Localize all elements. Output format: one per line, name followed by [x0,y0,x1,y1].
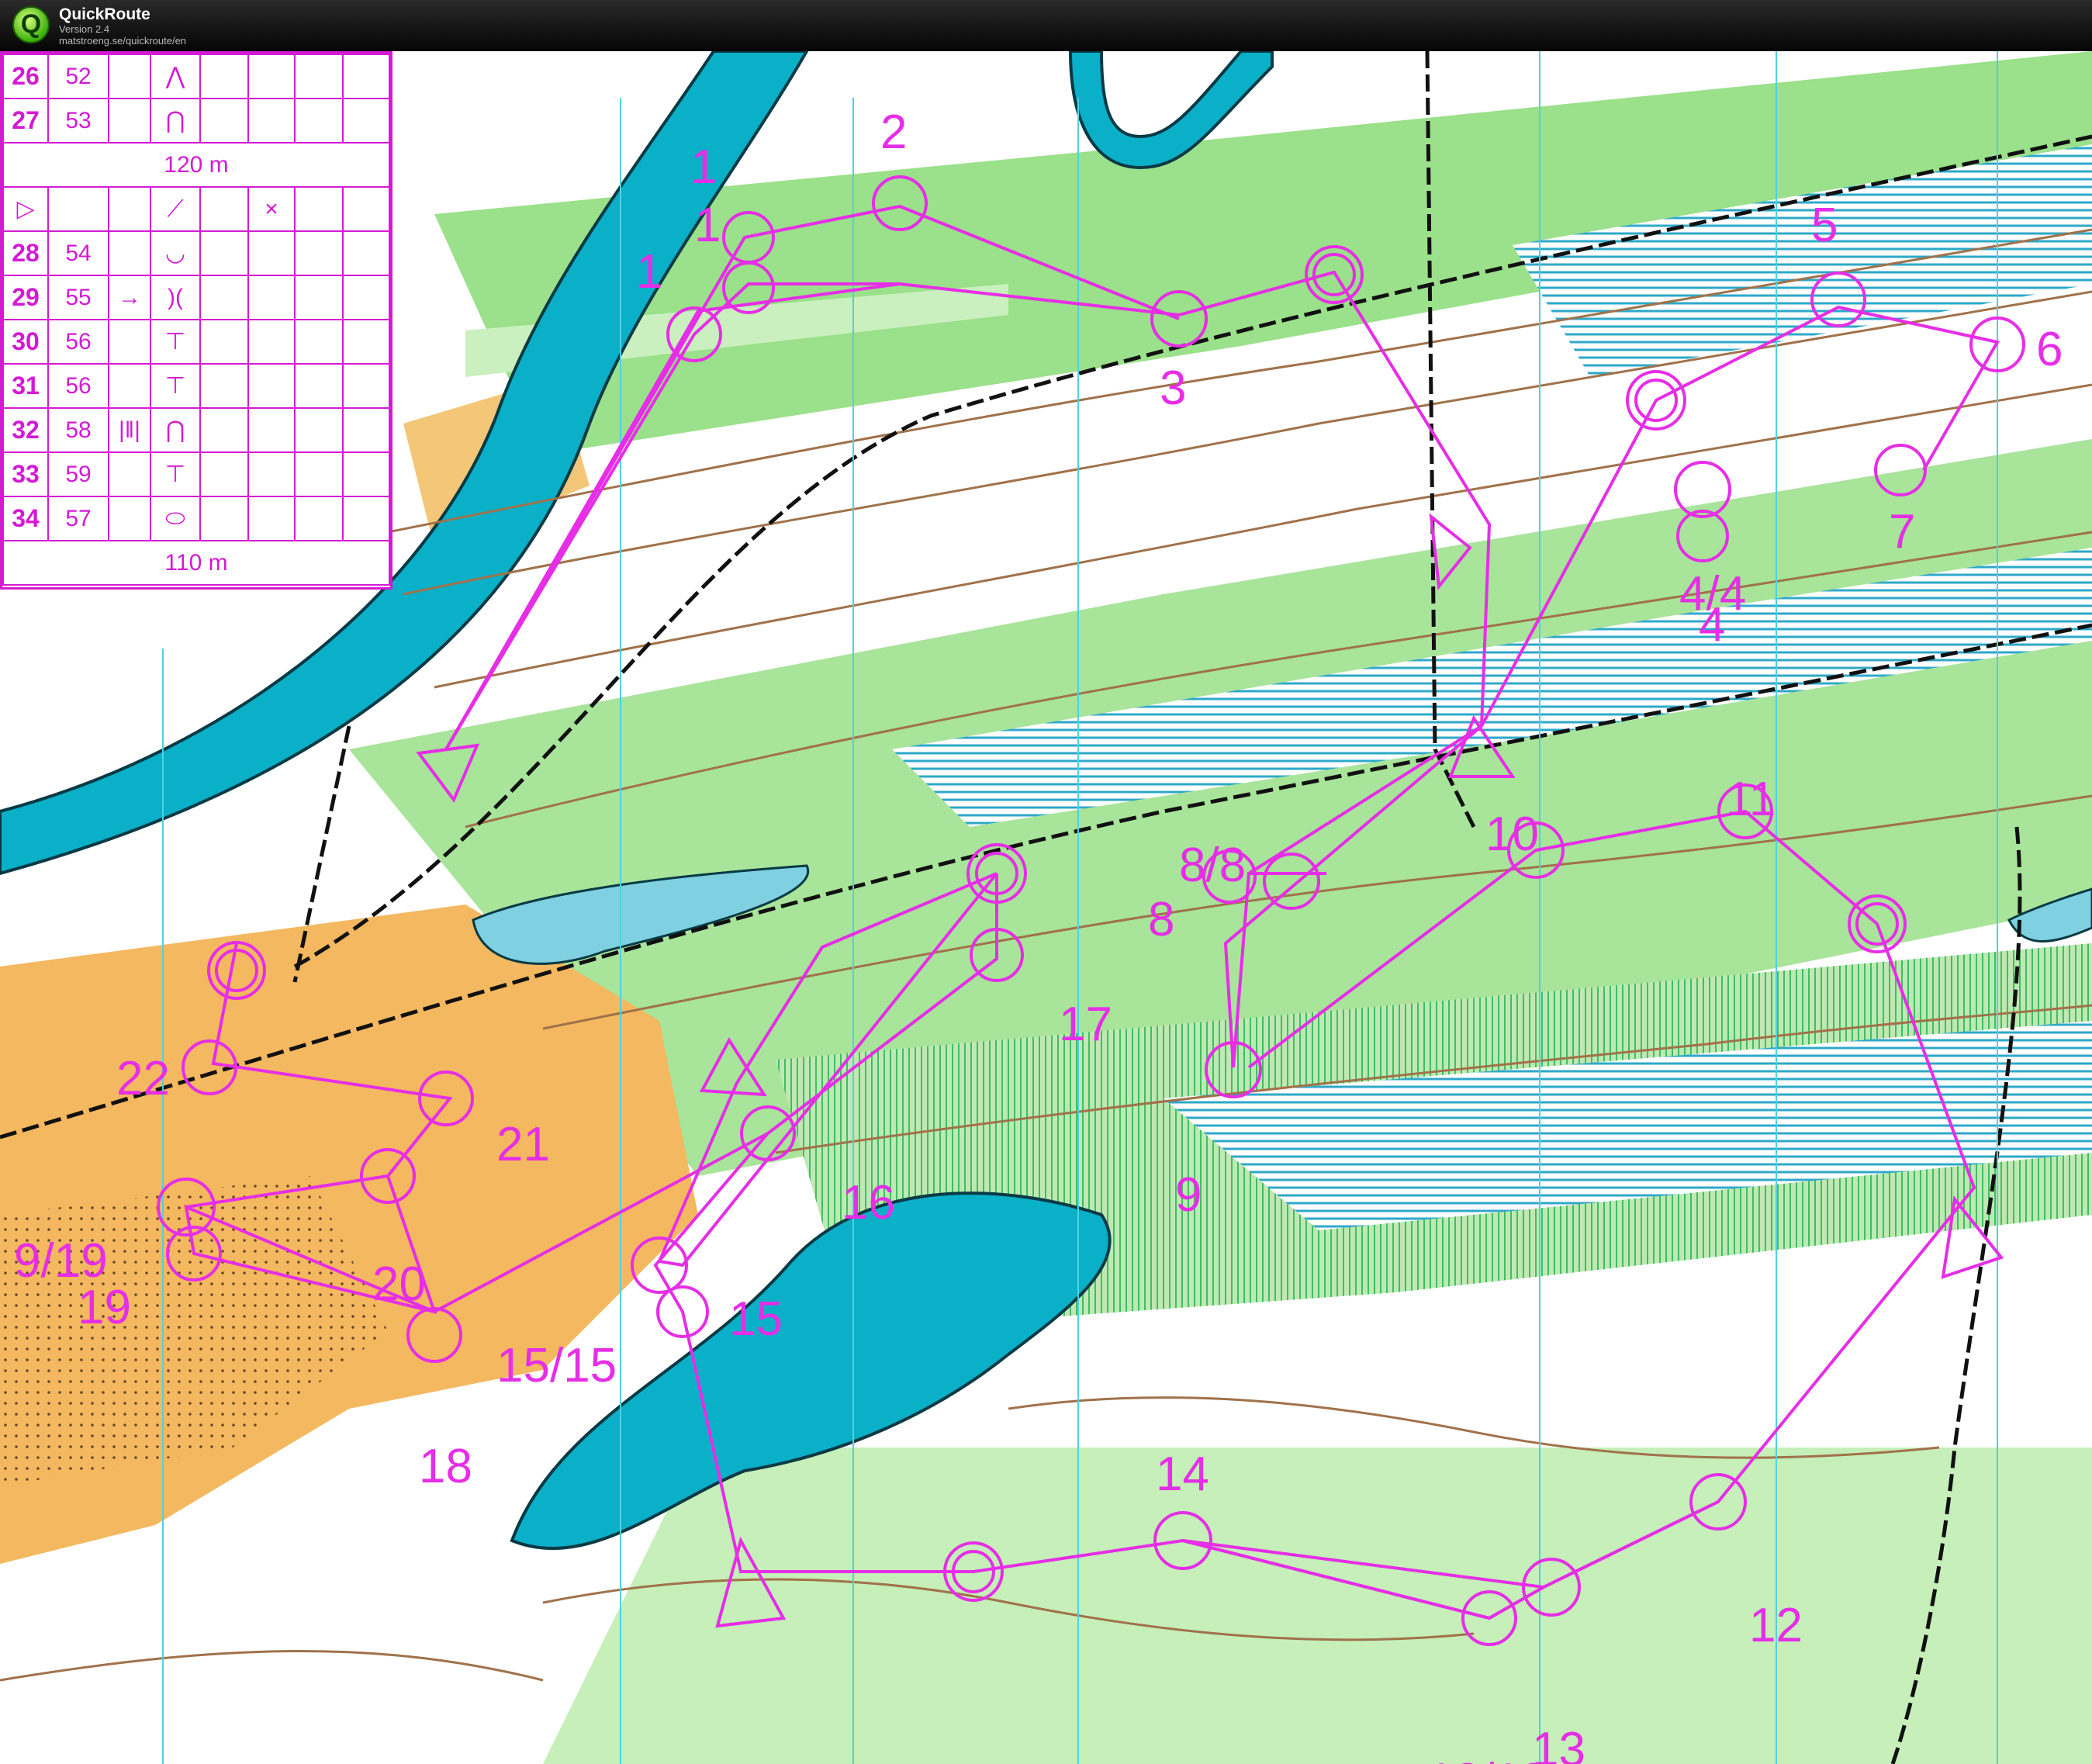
control-number: 33 [2,451,49,497]
feature-symbol: ⟋ [150,186,201,232]
taped-route-row: 110 m [2,540,390,586]
description-row: 31 56 ⊤ [2,363,390,409]
control-label: 8 [1148,893,1174,946]
description-row: 29 55 → )( [2,275,390,320]
description-row: 26 52 ⋀ [2,54,390,99]
control-code: 55 [47,275,109,320]
control-code: 56 [47,319,109,365]
description-row: 33 59 ⊤ [2,451,390,497]
control-number: 30 [2,319,49,365]
taped-route-distance: 110 m [2,540,390,586]
control-number: 34 [2,496,49,541]
control-label: 8/8 [1179,839,1246,892]
control-label: 15 [729,1292,783,1346]
control-label: 6 [2036,323,2063,376]
description-row: 30 56 ⊤ [2,319,390,365]
feature-symbol: ⊤ [150,451,201,497]
control-label: 17 [1059,998,1112,1051]
control-label: 15/15 [496,1339,617,1392]
control-label: 22 [116,1052,170,1105]
description-row: ▷ ⟋ × [2,186,390,232]
control-number: 28 [2,230,49,276]
control-label: 1 [694,199,721,252]
control-label: 19 [78,1281,131,1334]
description-row: 28 54 ◡ [2,230,390,276]
feature-symbol: )( [150,275,201,320]
control-label: 14 [1156,1448,1209,1501]
control-label: 13/13 [1427,1754,1547,1764]
app-title: QuickRoute [59,5,150,23]
feature-symbol: ⋂ [150,98,201,144]
control-code: 56 [47,363,109,409]
taped-route-row: 120 m [2,142,390,188]
control-number: 32 [2,407,49,453]
control-label: 1 [690,140,717,194]
taped-route-distance: 120 m [2,142,390,188]
feature-symbol: ⋀ [150,54,201,99]
feature-symbol: ⬭ [150,496,201,541]
control-label: 4 [1699,598,1725,652]
control-number: 31 [2,363,49,409]
control-code: 59 [47,451,109,497]
control-label: 12 [1749,1599,1803,1652]
control-number: 29 [2,275,49,320]
description-row: 32 58 |‖| ⋂ [2,407,390,453]
control-number: 26 [2,54,49,99]
app-url: matstroeng.se/quickroute/en [59,35,187,47]
feature-symbol: ⊤ [150,319,201,365]
control-label: 11 [1726,773,1776,826]
feature-extra: × [247,186,296,232]
direction-symbol: → [108,275,151,320]
control-label: 10 [1485,808,1539,861]
control-label: 3 [1160,361,1186,415]
control-code: 58 [47,407,109,453]
feature-symbol: ⊤ [150,363,201,409]
app-version: Version 2.4 [59,23,110,35]
feature-symbol: ◡ [150,230,201,276]
control-description-sheet: 26 52 ⋀ 27 53 ⋂ 120 m ▷ ⟋ × 28 54 ◡ 29 5… [0,51,392,590]
control-label: 20 [372,1257,426,1311]
description-row: 27 53 ⋂ [2,98,390,144]
control-code: 53 [47,98,109,144]
start-symbol: ▷ [2,186,49,232]
title-bar: Q QuickRoute Version 2.4 matstroeng.se/q… [0,0,2092,51]
quickroute-logo-icon: Q [12,6,50,43]
control-label: 18 [419,1440,472,1493]
control-code: 52 [47,54,109,99]
control-label: 2 [880,105,907,159]
control-label: 21 [496,1118,550,1171]
control-number: 27 [2,98,49,144]
control-code: 54 [47,230,109,276]
control-label: 16 [842,1176,895,1230]
control-label: 7 [1889,505,1915,559]
description-row: 34 57 ⬭ [2,496,390,541]
control-label: 9 [1175,1168,1202,1222]
feature-detail-symbol: |‖| [108,407,151,453]
control-code: 57 [47,496,109,541]
feature-symbol: ⋂ [150,407,201,453]
control-label: 9/19 [14,1234,108,1288]
control-label: 5 [1811,199,1838,252]
control-label: 1 [636,245,662,299]
